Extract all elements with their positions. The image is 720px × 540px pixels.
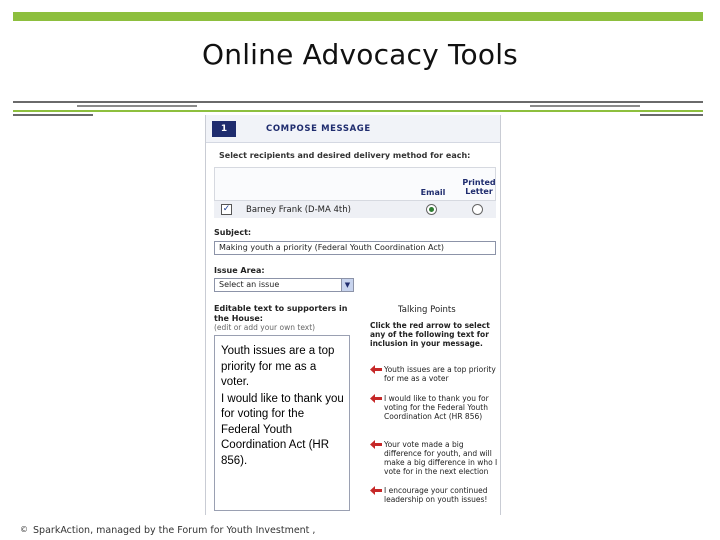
top-accent-bar xyxy=(13,12,703,21)
divider-line-gray-3 xyxy=(530,105,640,107)
recipient-name: Barney Frank (D-MA 4th) xyxy=(246,205,351,215)
talking-points-intro: Click the red arrow to select any of the… xyxy=(370,321,490,348)
step-number-badge: 1 xyxy=(212,121,236,137)
talking-point-text: Youth issues are a top priority for me a… xyxy=(384,365,496,383)
red-arrow-icon[interactable] xyxy=(370,486,382,495)
subject-input[interactable]: Making youth a priority (Federal Youth C… xyxy=(214,241,496,255)
issue-area-select[interactable]: Select an issue ▼ xyxy=(214,278,354,292)
talking-point-item: I would like to thank you for voting for… xyxy=(370,394,498,421)
step-title: COMPOSE MESSAGE xyxy=(266,124,371,134)
printed-letter-radio[interactable] xyxy=(472,204,483,215)
column-header-printed-letter: Printed Letter xyxy=(462,178,496,196)
divider-line-gray-5 xyxy=(640,114,703,116)
talking-point-text: I encourage your continued leadership on… xyxy=(384,486,488,504)
message-text: Youth issues are a top priority for me a… xyxy=(221,344,345,470)
email-delivery-radio[interactable] xyxy=(426,204,437,215)
recipients-label: Select recipients and desired delivery m… xyxy=(219,151,471,160)
divider-line-green-1 xyxy=(13,110,703,112)
red-arrow-icon[interactable] xyxy=(370,365,382,374)
message-textarea[interactable]: Youth issues are a top priority for me a… xyxy=(214,335,350,511)
subject-label: Subject: xyxy=(214,228,252,237)
slide-footer: © SparkAction, managed by the Forum for … xyxy=(20,525,315,536)
chevron-down-icon[interactable]: ▼ xyxy=(341,279,353,291)
talking-point-item: I encourage your continued leadership on… xyxy=(370,486,498,504)
column-header-email: Email xyxy=(420,188,446,197)
slide-title: Online Advocacy Tools xyxy=(202,38,518,71)
message-paragraph: I would like to thank you for voting for… xyxy=(221,392,344,467)
recipient-row: ✓ Barney Frank (D-MA 4th) xyxy=(214,200,496,218)
talking-point-text: Your vote made a big difference for yout… xyxy=(384,440,498,476)
divider-line-gray-1 xyxy=(13,101,703,103)
copyright-mark: © xyxy=(20,525,28,534)
talking-point-item: Youth issues are a top priority for me a… xyxy=(370,365,498,383)
recipient-checkbox[interactable]: ✓ xyxy=(221,204,232,215)
issue-area-selected-value: Select an issue xyxy=(219,280,280,289)
compose-message-form: 1 COMPOSE MESSAGE Select recipients and … xyxy=(205,115,501,515)
divider-line-gray-2 xyxy=(77,105,197,107)
edit-hint: (edit or add your own text) xyxy=(214,323,316,332)
message-paragraph: Youth issues are a top priority for me a… xyxy=(221,345,335,388)
divider-line-gray-4 xyxy=(13,114,93,116)
footer-text: SparkAction, managed by the Forum for Yo… xyxy=(33,525,316,536)
issue-area-label: Issue Area: xyxy=(214,266,265,275)
step-header: 1 COMPOSE MESSAGE xyxy=(206,115,500,143)
talking-point-text: I would like to thank you for voting for… xyxy=(384,394,489,421)
red-arrow-icon[interactable] xyxy=(370,440,382,449)
talking-points-title: Talking Points xyxy=(398,305,456,315)
talking-point-item: Your vote made a big difference for yout… xyxy=(370,440,498,476)
editable-text-label: Editable text to supporters in the House… xyxy=(214,304,348,323)
red-arrow-icon[interactable] xyxy=(370,394,382,403)
